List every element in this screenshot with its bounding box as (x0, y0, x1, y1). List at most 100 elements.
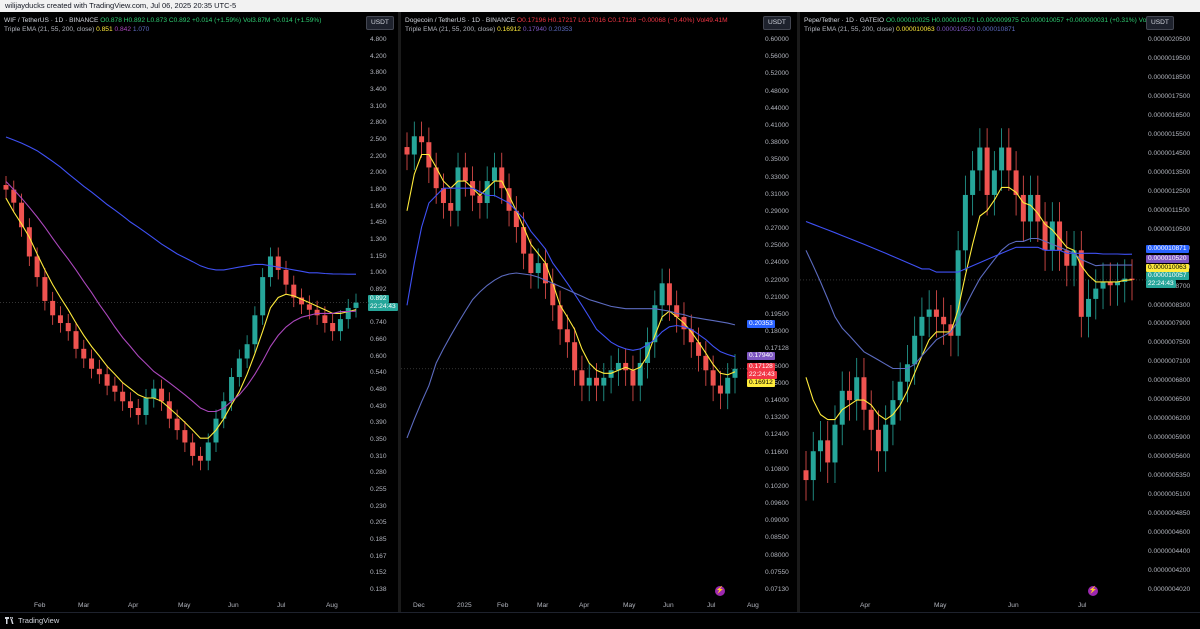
currency-button[interactable]: USDT (763, 16, 791, 30)
ema55-value: 0.17940 (522, 26, 547, 33)
y-tick-label: 0.0000004200 (1148, 567, 1191, 575)
candle-body (875, 429, 881, 452)
ema200-line (406, 272, 736, 439)
candle-body (159, 388, 165, 402)
candle-body (897, 381, 903, 401)
y-tick-label: 0.29000 (765, 207, 789, 215)
volume-change: +0.014 (+1.59%) (272, 17, 322, 24)
last-price-tag: 0.17128 (747, 363, 775, 371)
last-price-tag: 0.000010057 (1146, 272, 1189, 280)
x-tick-label: Apr (860, 602, 871, 609)
candle-body (353, 302, 359, 308)
y-tick-label: 0.660 (370, 336, 387, 343)
candle-body (623, 362, 629, 371)
candle-body (659, 283, 665, 306)
lightning-icon[interactable]: ⚡ (1088, 586, 1098, 596)
candle-body (267, 256, 273, 278)
y-tick-label: 0.0000007100 (1148, 358, 1191, 366)
candle-body (732, 368, 738, 378)
ohlc-high: H0.892 (123, 17, 145, 24)
chart-panel-doge[interactable]: Dogecoin / TetherUS · 1D · BINANCE O0.17… (401, 12, 797, 612)
y-tick-label: 0.0000017500 (1148, 92, 1191, 100)
y-tick-label: 0.0000012500 (1148, 187, 1191, 195)
candle-body (601, 377, 607, 386)
candle-body (135, 408, 141, 416)
last-price-tag: 0.892 (368, 295, 389, 303)
candle-body (1006, 147, 1012, 171)
chart-plot-pepe[interactable] (800, 12, 1200, 612)
symbol-line: Pepe/Tether · 1D · GATEIO (804, 17, 885, 24)
x-tick-label: May (934, 602, 947, 609)
x-tick-label: Aug (326, 602, 338, 609)
y-tick-label: 0.07550 (765, 568, 789, 576)
footer: TradingView (0, 612, 1200, 629)
ohlc-close: C0.892 (168, 17, 191, 24)
ema55-tag: 0.000010520 (1146, 255, 1189, 263)
y-tick-label: 0.167 (370, 552, 387, 560)
y-tick-label: 1.800 (370, 186, 387, 193)
candle-body (1028, 194, 1034, 222)
y-tick-label: 0.31000 (765, 190, 789, 198)
candle-body (579, 370, 585, 386)
ema200-value: 0.000010871 (976, 26, 1016, 33)
candle-body (419, 136, 425, 143)
chart-panel-pepe[interactable]: Pepe/Tether · 1D · GATEIO O0.000010025 H… (800, 12, 1200, 612)
y-tick-label: 3.400 (370, 86, 387, 93)
candle-body (550, 283, 556, 306)
y-tick-label: 0.33000 (765, 173, 789, 181)
candle-body (462, 167, 468, 182)
candle-body (962, 194, 968, 251)
candle-body (314, 309, 320, 316)
currency-button[interactable]: USDT (1146, 16, 1174, 30)
x-tick-label: Dec (413, 602, 425, 609)
y-tick-label: 0.280 (370, 469, 387, 477)
x-tick-label: Feb (497, 602, 509, 609)
y-tick-label: 0.0000016500 (1148, 111, 1191, 119)
chart-plot-doge[interactable] (401, 12, 797, 612)
y-tick-label: 0.27000 (765, 225, 789, 233)
y-tick-label: 0.152 (370, 569, 387, 577)
candle-body (926, 309, 932, 317)
ema55-value: 0.000010520 (936, 26, 975, 33)
ema21-value: 0.851 (96, 26, 113, 33)
y-tick-label: 0.09600 (765, 500, 789, 508)
indicator-label[interactable]: Triple EMA (21, 55, 200, close) (405, 26, 495, 33)
chart-panel-wif[interactable]: WIF / TetherUS · 1D · BINANCE O0.878 H0.… (0, 12, 398, 612)
candle-body (404, 147, 410, 155)
y-tick-label: 0.600 (370, 352, 387, 360)
candle-body (306, 304, 312, 310)
y-tick-label: 0.0000007900 (1148, 320, 1191, 328)
ohlc-low: L0.000009975 (976, 17, 1019, 24)
candle-body (594, 377, 600, 386)
currency-button[interactable]: USDT (366, 16, 394, 30)
candle-body (143, 398, 149, 416)
candle-body (50, 300, 56, 316)
y-tick-label: 3.100 (370, 102, 387, 110)
y-tick-label: 0.740 (370, 319, 387, 327)
y-tick-label: 0.24000 (765, 259, 789, 267)
candle-body (120, 391, 126, 402)
indicator-label[interactable]: Triple EMA (21, 55, 200, close) (4, 26, 94, 33)
ema200-tag: 0.20353 (747, 320, 775, 328)
candle-body (205, 442, 211, 461)
candle-body (89, 358, 95, 369)
ema200-tag: 0.000010871 (1146, 245, 1189, 253)
chart-plot-wif[interactable] (0, 12, 398, 612)
candle-body (174, 418, 180, 431)
y-tick-label: 2.000 (370, 169, 387, 177)
indicator-label[interactable]: Triple EMA (21, 55, 200, close) (804, 26, 894, 33)
candle-body (630, 370, 636, 386)
y-tick-label: 0.185 (370, 536, 387, 543)
y-tick-label: 1.600 (370, 202, 387, 210)
candle-body (861, 377, 867, 410)
y-tick-label: 0.56000 (765, 53, 789, 61)
chart-header: WIF / TetherUS · 1D · BINANCE O0.878 H0.… (4, 16, 321, 34)
y-tick-label: 0.0000004020 (1148, 586, 1191, 593)
lightning-icon[interactable]: ⚡ (715, 586, 725, 596)
y-tick-label: 0.25000 (765, 242, 789, 250)
candle-body (197, 455, 203, 461)
attribution-bar: wilijayducks created with TradingView.co… (0, 0, 1200, 12)
candle-body (984, 147, 990, 195)
candle-body (182, 430, 188, 443)
ohlc-change: +0.014 (+1.59%) (191, 17, 242, 24)
